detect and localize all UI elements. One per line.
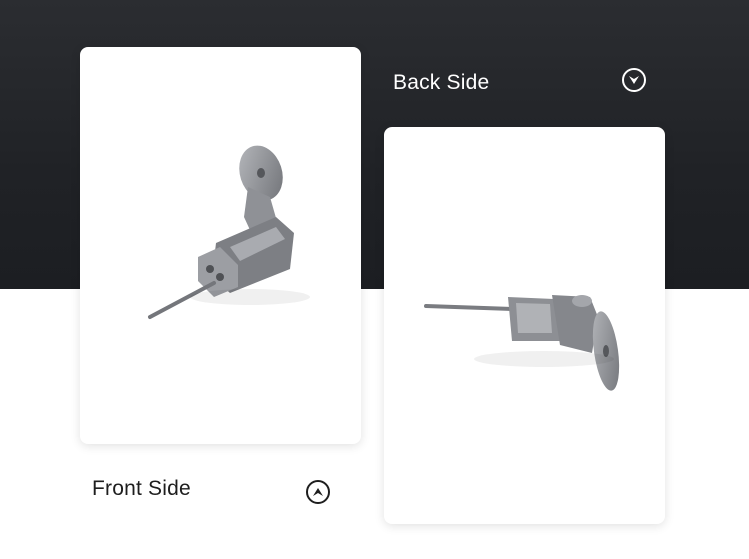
chevron-down-glyph [629,76,639,84]
chevron-up-icon[interactable] [306,480,330,504]
chevron-up-glyph [313,488,323,496]
chevron-down-icon[interactable] [622,68,646,92]
oil-pump-front-photo [148,145,310,319]
front-side-photo-card [80,47,361,444]
back-side-label: Back Side [393,71,490,94]
front-side-label: Front Side [92,477,191,500]
back-side-photo-card [384,127,665,524]
oil-pump-back-photo [424,295,620,391]
